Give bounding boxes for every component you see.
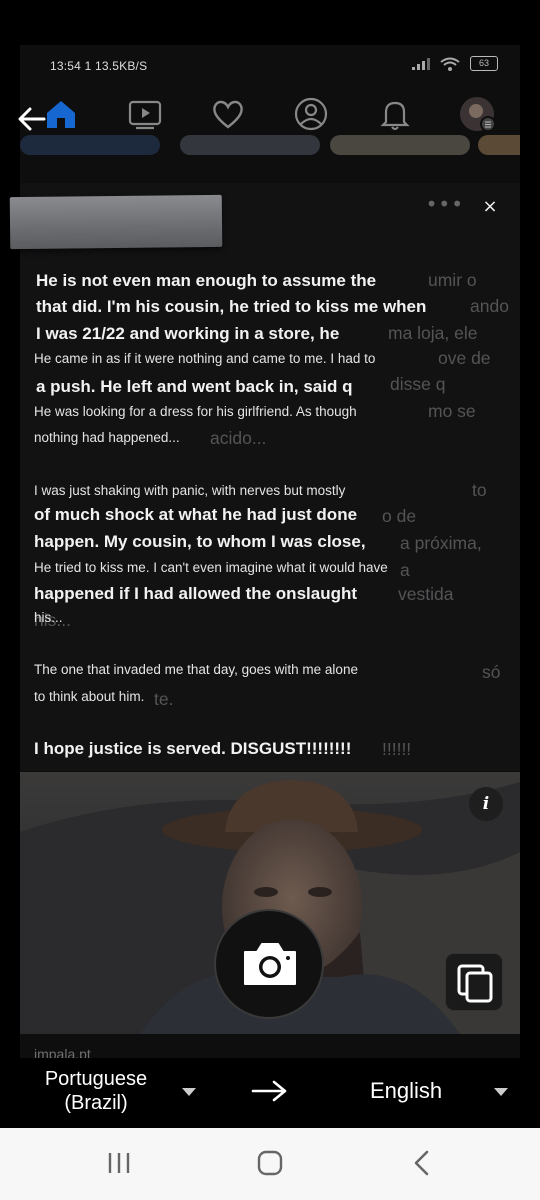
translated-line: I hope justice is served. DISGUST!!!!!!!… [34,739,352,758]
target-language-select[interactable]: English [370,1078,442,1104]
back-arrow-icon[interactable] [16,104,48,134]
copy-icon [457,964,493,1003]
video-icon[interactable] [126,95,164,133]
original-text-fragment: disse q [390,374,446,394]
translated-line: of much shock at what he had just done [34,505,358,524]
translated-line: The one that invaded me that day, goes w… [34,662,358,677]
translated-line: happen. My cousin, to whom I was close, [34,532,366,551]
status-time: 13:54 1 13.5KB/S [50,59,148,73]
profile-icon[interactable] [292,95,330,133]
wifi-icon [440,57,460,71]
redacted-name-block [9,194,223,250]
original-text-fragment: vestida [398,584,454,604]
chevron-down-icon[interactable] [494,1088,508,1096]
translated-line: He tried to kiss me. I can't even imagin… [34,560,388,575]
original-text-fragment: ove de [438,348,491,368]
more-options-icon[interactable]: ••• [426,192,464,216]
translated-line: a push. He left and went back in, said q [36,377,353,396]
original-text-fragment: mo se [428,401,476,421]
signal-icon [412,57,430,70]
heart-icon[interactable] [209,95,247,133]
translated-line: that did. I'm his cousin, he tried to ki… [36,297,427,316]
translated-line: his... [34,610,63,625]
status-bar: 13:54 1 13.5KB/S 63 [20,45,520,85]
original-text-fragment: a próxima, [400,533,482,553]
system-back-icon[interactable] [410,1148,434,1178]
translated-line: to think about him. [34,689,145,704]
chevron-down-icon[interactable] [182,1088,196,1096]
swap-arrow-icon[interactable] [250,1078,290,1104]
system-nav-bar [0,1128,540,1200]
bell-icon[interactable] [376,95,414,133]
home-button-icon[interactable] [256,1149,284,1177]
translated-line: nothing had happened... [34,430,180,445]
original-text-fragment: umir o [428,270,477,290]
translated-line: He is not even man enough to assume the [36,271,377,290]
camera-icon [244,943,296,985]
translated-line: He was looking for a dress for his girlf… [34,404,357,419]
avatar[interactable] [458,95,496,133]
original-text-fragment: o de [382,506,417,526]
original-text-fragment: ando [470,296,509,316]
original-text-fragment: to [472,480,487,500]
close-icon[interactable]: × [478,195,502,219]
recent-apps-icon[interactable] [106,1150,132,1176]
translated-line: happened if I had allowed the onslaught [34,584,358,603]
original-text-fragment: só [482,662,501,682]
original-text-fragment: a [400,560,410,580]
translated-line: He came in as if it were nothing and cam… [34,351,376,366]
original-text-fragment: ma loja, ele [388,323,478,343]
source-language-select[interactable]: Portuguese (Brazil) [30,1067,162,1115]
stories-row [20,135,520,159]
camera-shutter-button[interactable] [214,909,324,1019]
translated-line: I was just shaking with panic, with nerv… [34,483,346,498]
original-text-fragment: te. [154,689,174,709]
battery-icon: 63 [470,56,498,71]
original-text-fragment: acido... [210,428,267,448]
translated-line: I was 21/22 and working in a store, he [36,324,340,343]
copy-button[interactable] [446,954,502,1010]
original-text-fragment: !!!!!! [382,739,412,759]
info-button[interactable]: i [469,787,503,821]
